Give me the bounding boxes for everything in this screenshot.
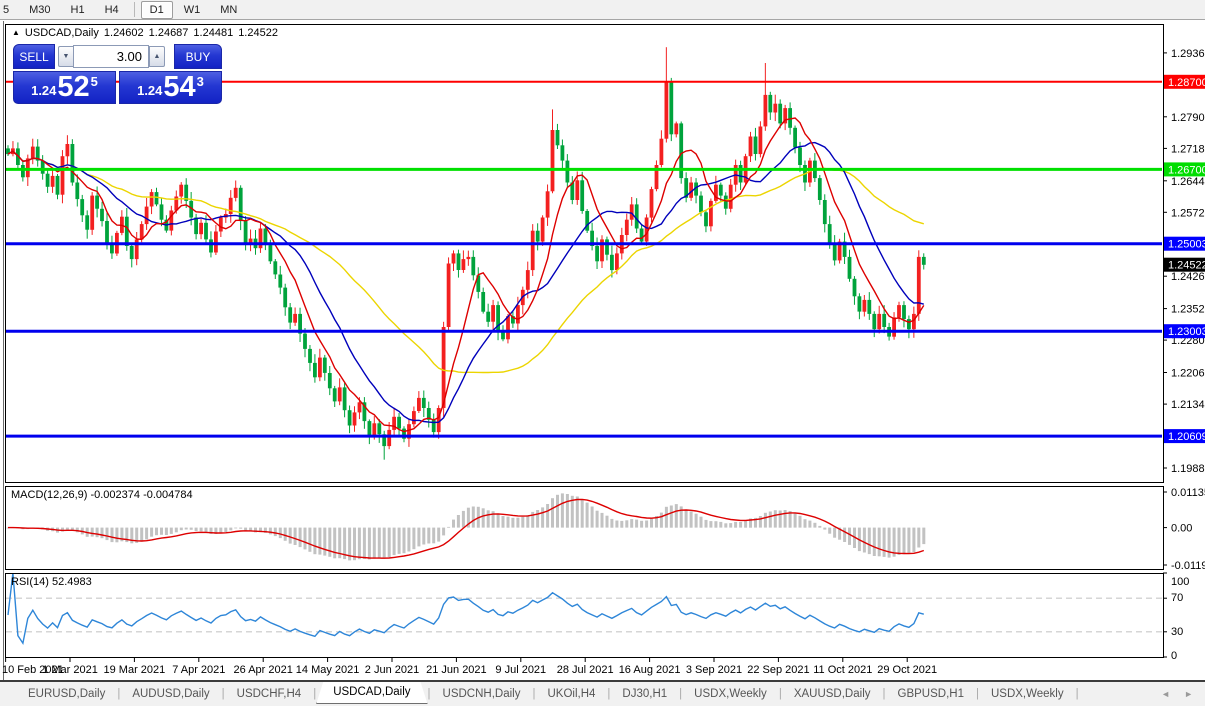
bid-price-display[interactable]: 1.24 52 5 [13, 71, 116, 104]
ohlc-high: 1.24687 [149, 27, 189, 39]
svg-text:1.19880: 1.19880 [1171, 463, 1205, 475]
svg-text:1.20609: 1.20609 [1168, 431, 1205, 443]
svg-text:0: 0 [1171, 650, 1177, 662]
chart-tab-usdchf-h4[interactable]: USDCHF,H4 [225, 685, 314, 703]
svg-text:70: 70 [1171, 592, 1183, 604]
svg-text:1.26440: 1.26440 [1171, 176, 1205, 188]
chart-tab-dj30-h1[interactable]: DJ30,H1 [610, 685, 679, 703]
svg-text:1.23003: 1.23003 [1168, 326, 1205, 338]
arrow-up-icon: ▲ [154, 53, 161, 60]
timeframe-button-5[interactable]: 5 [0, 1, 18, 19]
timeframe-button-h4[interactable]: H4 [96, 1, 128, 19]
svg-text:1.25720: 1.25720 [1171, 207, 1205, 219]
timeframe-button-w1[interactable]: W1 [175, 1, 210, 19]
chart-symbol-label: USDCAD,Daily [25, 27, 99, 39]
svg-text:22 Sep 2021: 22 Sep 2021 [747, 664, 809, 676]
macd-label: MACD(12,26,9) -0.002374 -0.004784 [11, 489, 193, 501]
chart-tab-usdcad-daily[interactable]: USDCAD,Daily [316, 682, 427, 704]
tab-separator: | [1076, 688, 1079, 700]
ohlc-low: 1.24481 [193, 27, 233, 39]
svg-text:30: 30 [1171, 626, 1183, 638]
svg-text:26 Apr 2021: 26 Apr 2021 [234, 664, 293, 676]
svg-text:28 Jul 2021: 28 Jul 2021 [557, 664, 614, 676]
volume-decrease-button[interactable]: ▼ [58, 46, 74, 67]
volume-increase-button[interactable]: ▲ [149, 46, 165, 67]
svg-text:1.29360: 1.29360 [1171, 48, 1205, 60]
one-click-trade-panel: SELL ▼ 3.00 ▲ BUY 1.24 52 5 1.24 54 3 [13, 43, 222, 104]
chart-tab-xauusd-daily[interactable]: XAUUSD,Daily [782, 685, 883, 703]
collapse-panel-icon[interactable]: ▲ [12, 28, 20, 38]
chart-title: ▲ USDCAD,Daily 1.24602 1.24687 1.24481 1… [12, 27, 278, 39]
chart-tabbar: EURUSD,Daily|AUDUSD,Daily|USDCHF,H4|USDC… [0, 680, 1205, 706]
svg-text:21 Jun 2021: 21 Jun 2021 [426, 664, 487, 676]
svg-text:0.01135: 0.01135 [1171, 487, 1205, 499]
timeframe-button-mn[interactable]: MN [211, 1, 246, 19]
bid-price-prefix: 1.24 [31, 83, 56, 98]
svg-text:1.23520: 1.23520 [1171, 304, 1205, 316]
buy-button[interactable]: BUY [174, 44, 222, 69]
chart-tab-ukoil-h4[interactable]: UKOil,H4 [535, 685, 607, 703]
svg-text:1.28700: 1.28700 [1168, 77, 1205, 89]
timeframe-button-m30[interactable]: M30 [20, 1, 59, 19]
ask-price-pip: 3 [197, 74, 204, 89]
bid-price-big: 52 [57, 74, 89, 101]
svg-text:2 Jun 2021: 2 Jun 2021 [365, 664, 419, 676]
chart-tab-usdx-weekly[interactable]: USDX,Weekly [979, 685, 1076, 703]
tab-scroll-left-icon[interactable]: ◄ [1161, 689, 1170, 699]
bid-price-pip: 5 [91, 74, 98, 89]
arrow-down-icon: ▼ [63, 53, 70, 60]
tab-scroll-right-icon[interactable]: ► [1184, 689, 1193, 699]
svg-text:1.25003: 1.25003 [1168, 239, 1205, 251]
svg-text:1.21340: 1.21340 [1171, 399, 1205, 411]
svg-text:1.24522: 1.24522 [1168, 260, 1205, 272]
svg-text:11 Oct 2021: 11 Oct 2021 [813, 664, 872, 676]
svg-text:1.26700: 1.26700 [1168, 164, 1205, 176]
svg-text:1.27180: 1.27180 [1171, 143, 1205, 155]
svg-text:0.00: 0.00 [1171, 523, 1192, 535]
svg-text:1.22060: 1.22060 [1171, 368, 1205, 380]
ohlc-open: 1.24602 [104, 27, 144, 39]
tab-separator: | [313, 688, 316, 700]
svg-text:1.27900: 1.27900 [1171, 112, 1205, 124]
ask-price-big: 54 [163, 74, 195, 101]
svg-text:29 Oct 2021: 29 Oct 2021 [877, 664, 937, 676]
ask-price-display[interactable]: 1.24 54 3 [119, 71, 222, 104]
chart-background [0, 21, 1205, 680]
timeframe-toolbar: 5M30H1H4 D1W1MN [0, 0, 1205, 20]
svg-text:1 Mar 2021: 1 Mar 2021 [42, 664, 98, 676]
chart-tab-audusd-daily[interactable]: AUDUSD,Daily [120, 685, 221, 703]
chart-tab-usdx-weekly[interactable]: USDX,Weekly [682, 685, 779, 703]
svg-text:16 Aug 2021: 16 Aug 2021 [619, 664, 681, 676]
rsi-label: RSI(14) 52.4983 [11, 576, 92, 588]
ohlc-close: 1.24522 [238, 27, 278, 39]
chart-tab-usdcnh-daily[interactable]: USDCNH,Daily [431, 685, 533, 703]
svg-text:3 Sep 2021: 3 Sep 2021 [686, 664, 742, 676]
ask-price-prefix: 1.24 [137, 83, 162, 98]
svg-text:14 May 2021: 14 May 2021 [296, 664, 360, 676]
svg-text:9 Jul 2021: 9 Jul 2021 [495, 664, 546, 676]
chart-tab-gbpusd-h1[interactable]: GBPUSD,H1 [886, 685, 976, 703]
svg-text:7 Apr 2021: 7 Apr 2021 [172, 664, 225, 676]
sell-button[interactable]: SELL [13, 44, 55, 69]
svg-text:100: 100 [1171, 576, 1189, 588]
svg-text:1.24260: 1.24260 [1171, 271, 1205, 283]
timeframe-button-d1[interactable]: D1 [141, 1, 173, 19]
timeframe-button-h1[interactable]: H1 [62, 1, 94, 19]
toolbar-separator [134, 2, 135, 17]
svg-text:-0.01190: -0.01190 [1171, 560, 1205, 572]
volume-input[interactable]: 3.00 [73, 45, 149, 68]
svg-text:19 Mar 2021: 19 Mar 2021 [104, 664, 166, 676]
chart-tab-eurusd-daily[interactable]: EURUSD,Daily [16, 685, 117, 703]
